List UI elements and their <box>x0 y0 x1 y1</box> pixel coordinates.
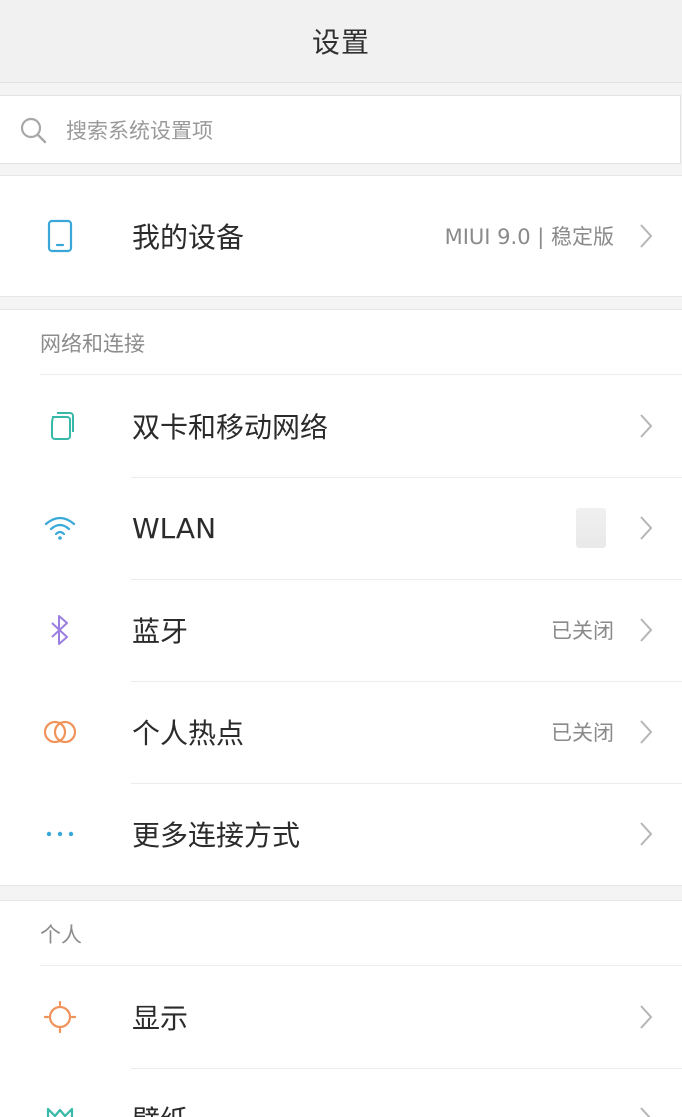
search-placeholder: 搜索系统设置项 <box>66 118 213 143</box>
hotspot-row[interactable]: 个人热点 已关闭 <box>0 681 682 783</box>
chevron-right-icon <box>640 1107 651 1117</box>
sun-icon <box>40 997 80 1037</box>
my-device-row[interactable]: 我的设备 MIUI 9.0 | 稳定版 <box>0 176 682 296</box>
dual-sim-label: 双卡和移动网络 <box>132 411 329 444</box>
chevron-right-icon <box>640 618 653 642</box>
bluetooth-status: 已关闭 <box>551 619 614 643</box>
search-bar[interactable]: 搜索系统设置项 <box>0 95 681 164</box>
more-connections-label: 更多连接方式 <box>132 819 301 852</box>
hotspot-icon <box>40 712 80 752</box>
chevron-right-icon <box>640 516 653 540</box>
search-icon <box>20 117 47 143</box>
settings-screen: 设置 搜索系统设置项 我的设备 MIUI 9.0 | 稳定版 网络和连接 双卡和… <box>0 0 682 1117</box>
miui-version: MIUI 9.0 | 稳定版 <box>444 225 614 249</box>
chevron-right-icon <box>640 414 653 438</box>
chevron-right-icon <box>640 224 653 248</box>
bluetooth-icon <box>40 610 80 650</box>
device-icon <box>40 216 80 256</box>
personal-section: 个人 显示 <box>0 900 682 1117</box>
device-card: 我的设备 MIUI 9.0 | 稳定版 <box>0 175 682 297</box>
display-row[interactable]: 显示 <box>0 966 682 1068</box>
title-bar: 设置 <box>0 0 682 83</box>
my-device-label: 我的设备 <box>132 221 245 254</box>
wlan-status-placeholder <box>576 508 606 548</box>
wlan-row[interactable]: WLAN <box>0 477 682 579</box>
bluetooth-row[interactable]: 蓝牙 已关闭 <box>0 579 682 681</box>
wallpaper-row[interactable]: 壁纸 <box>0 1068 682 1117</box>
chevron-right-icon <box>640 1005 653 1029</box>
wallpaper-icon <box>40 1099 80 1117</box>
page-title: 设置 <box>311 26 370 59</box>
network-section: 网络和连接 双卡和移动网络 WLAN 蓝牙 已关闭 个人热点 已关闭 更多连接方… <box>0 309 682 886</box>
wifi-icon <box>40 508 80 548</box>
chevron-right-icon <box>640 720 653 744</box>
bluetooth-label: 蓝牙 <box>132 615 189 648</box>
hotspot-label: 个人热点 <box>132 717 245 750</box>
section-header-personal: 个人 <box>0 901 682 966</box>
more-connections-row[interactable]: 更多连接方式 <box>0 783 682 885</box>
dual-sim-row[interactable]: 双卡和移动网络 <box>0 375 682 477</box>
more-dots-icon <box>40 814 80 854</box>
section-header-network: 网络和连接 <box>0 310 682 375</box>
wlan-label: WLAN <box>132 511 217 545</box>
hotspot-status: 已关闭 <box>551 721 614 745</box>
display-label: 显示 <box>132 1002 189 1035</box>
dual-sim-icon <box>40 406 80 446</box>
wallpaper-label: 壁纸 <box>132 1099 188 1117</box>
chevron-right-icon <box>640 822 653 846</box>
